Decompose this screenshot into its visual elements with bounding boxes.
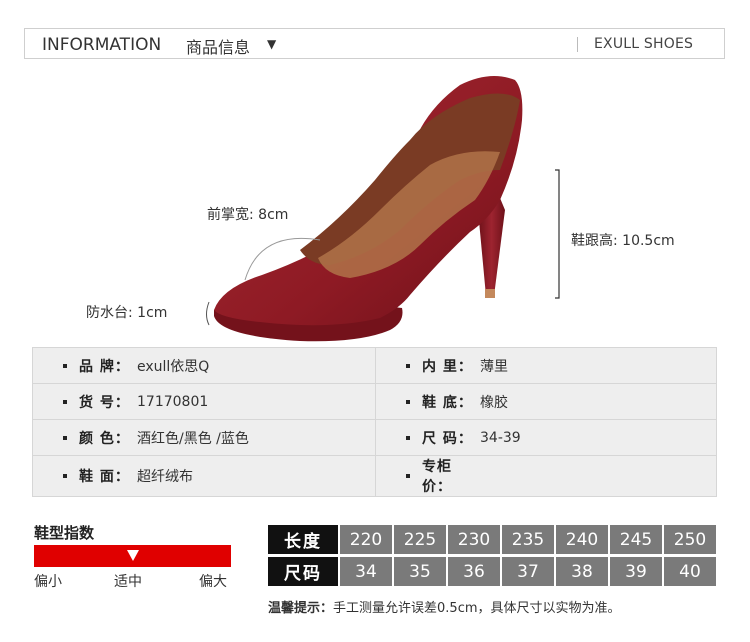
length-cell: 240 <box>556 525 608 554</box>
spec-cell: 鞋 面： 超纤绒布 <box>32 455 376 497</box>
spec-row: 颜 色： 酒红色/黑色 /蓝色 尺 码： 34-39 <box>32 419 717 456</box>
size-table: 长度 220 225 230 235 240 245 250 尺码 34 35 … <box>266 522 718 589</box>
size-row: 尺码 34 35 36 37 38 39 40 <box>268 557 716 586</box>
size-header: 尺码 <box>268 557 338 586</box>
heel-height-label: 鞋跟高: 10.5cm <box>571 233 675 249</box>
spec-row: 鞋 面： 超纤绒布 专柜价： <box>32 455 717 497</box>
spec-cell: 鞋 底： 橡胶 <box>375 383 717 420</box>
bullet-icon <box>406 474 410 478</box>
fit-label-normal: 适中 <box>114 574 142 590</box>
forefoot-width-label: 前掌宽: 8cm <box>207 207 289 223</box>
shoe-illustration: 前掌宽: 8cm 鞋跟高: 10.5cm 防水台: 1cm <box>0 60 750 345</box>
size-cell: 36 <box>448 557 500 586</box>
length-cell: 220 <box>340 525 392 554</box>
spec-cell: 尺 码： 34-39 <box>375 419 717 456</box>
size-note: 温馨提示：手工测量允许误差0.5cm，具体尺寸以实物为准。 <box>268 597 621 616</box>
bullet-icon <box>63 435 67 440</box>
spec-value: exull依思Q <box>137 358 210 375</box>
bullet-icon <box>63 474 67 478</box>
spec-key: 专柜价： <box>422 459 452 495</box>
length-header: 长度 <box>268 525 338 554</box>
spec-value: 34-39 <box>480 429 521 446</box>
spec-cell: 专柜价： <box>375 455 717 497</box>
spec-key: 鞋 面： <box>79 469 130 485</box>
fit-index-title: 鞋型指数 <box>34 524 95 542</box>
caret-down-icon: ▼ <box>267 37 277 51</box>
spec-value: 薄里 <box>480 358 508 375</box>
spec-table: 品 牌： exull依思Q 内 里： 薄里 货 号： 17170801 鞋 底： 橡胶 … <box>32 347 717 497</box>
platform-label: 防水台: 1cm <box>86 305 168 321</box>
size-cell: 34 <box>340 557 392 586</box>
spec-cell: 颜 色： 酒红色/黑色 /蓝色 <box>32 419 376 456</box>
bullet-icon <box>406 363 410 368</box>
spec-value: 橡胶 <box>480 394 508 411</box>
spec-key: 尺 码： <box>422 430 473 447</box>
spec-row: 品 牌： exull依思Q 内 里： 薄里 <box>32 347 717 384</box>
spec-cell: 货 号： 17170801 <box>32 383 376 420</box>
size-cell: 38 <box>556 557 608 586</box>
bullet-icon <box>63 399 67 404</box>
length-cell: 225 <box>394 525 446 554</box>
spec-value: 超纤绒布 <box>137 469 193 485</box>
length-cell: 230 <box>448 525 500 554</box>
size-cell: 39 <box>610 557 662 586</box>
note-label: 温馨提示： <box>268 601 334 616</box>
length-row: 长度 220 225 230 235 240 245 250 <box>268 525 716 554</box>
header-brand: EXULL SHOES <box>594 36 694 52</box>
header-title-cn: 商品信息 <box>186 38 251 57</box>
spec-key: 货 号： <box>79 394 130 411</box>
spec-cell: 品 牌： exull依思Q <box>32 347 376 384</box>
spec-key: 内 里： <box>422 358 473 375</box>
size-cell: 37 <box>502 557 554 586</box>
bullet-icon <box>63 363 67 368</box>
spec-row: 货 号： 17170801 鞋 底： 橡胶 <box>32 383 717 420</box>
bullet-icon <box>406 399 410 404</box>
spec-cell: 内 里： 薄里 <box>375 347 717 384</box>
spec-value: 17170801 <box>137 393 209 410</box>
spec-key: 鞋 底： <box>422 394 473 411</box>
header-divider <box>577 37 578 52</box>
info-header: INFORMATION 商品信息 ▼ EXULL SHOES <box>24 28 725 59</box>
length-cell: 250 <box>664 525 716 554</box>
note-text: 手工测量允许误差0.5cm，具体尺寸以实物为准。 <box>333 601 621 616</box>
header-title-en: INFORMATION <box>42 35 162 55</box>
fit-label-small: 偏小 <box>34 574 62 590</box>
size-cell: 35 <box>394 557 446 586</box>
fit-label-large: 偏大 <box>199 574 227 590</box>
size-cell: 40 <box>664 557 716 586</box>
fit-marker-icon <box>126 550 139 561</box>
length-cell: 235 <box>502 525 554 554</box>
length-cell: 245 <box>610 525 662 554</box>
spec-value: 酒红色/黑色 /蓝色 <box>137 430 249 447</box>
bullet-icon <box>406 435 410 440</box>
spec-key: 颜 色： <box>79 430 130 447</box>
spec-key: 品 牌： <box>79 358 130 375</box>
